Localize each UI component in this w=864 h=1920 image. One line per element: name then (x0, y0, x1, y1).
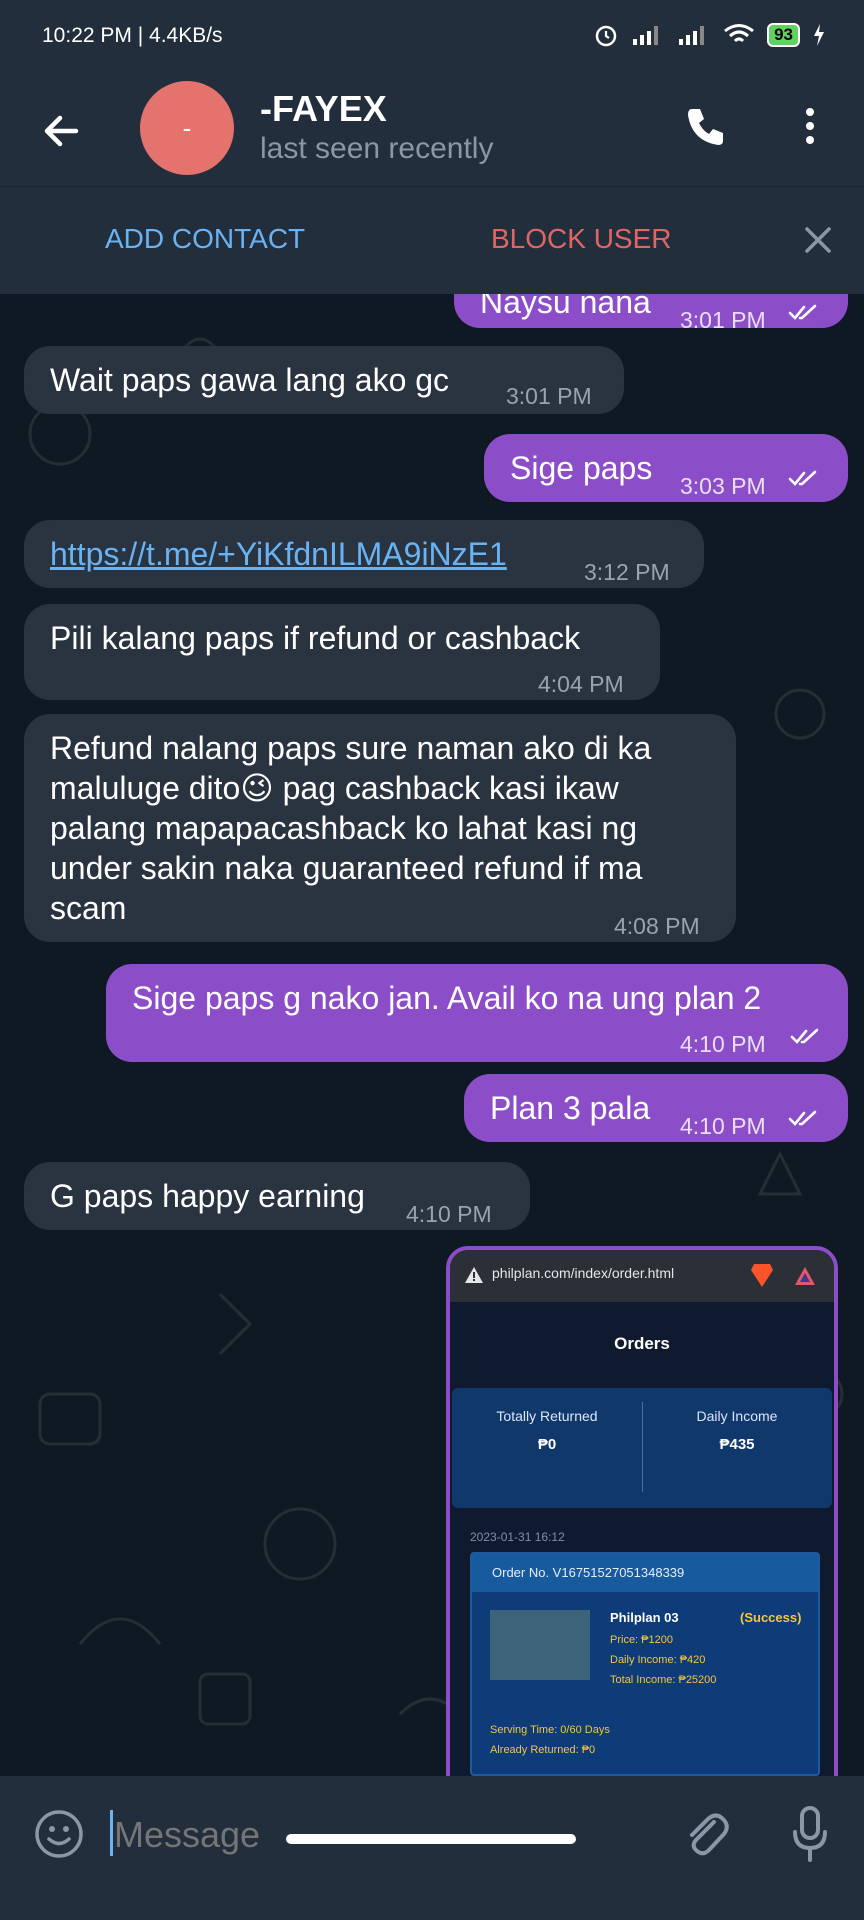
order-card: Order No. V16751527051348339 Philplan 03… (470, 1552, 820, 1776)
read-check-icon (790, 1028, 819, 1044)
text-cursor (110, 1810, 113, 1856)
message-time: 3:01 PM (680, 307, 766, 333)
message-text: Plan 3 pala (490, 1090, 651, 1126)
warning-icon (465, 1267, 483, 1283)
chat-area[interactable]: Naysu nana 3:01 PM Wait paps gawa lang a… (0, 294, 864, 1776)
image-message[interactable]: philplan.com/index/order.html Orders Tot… (446, 1246, 838, 1776)
product-image (490, 1610, 590, 1680)
message-time: 4:10 PM (680, 1113, 766, 1139)
browser-url-bar: philplan.com/index/order.html (450, 1250, 834, 1302)
brave-lion-icon (751, 1264, 773, 1287)
contact-name[interactable]: -FAYEX (260, 88, 387, 130)
order-number: Order No. V16751527051348339 (492, 1565, 685, 1580)
contact-action-bar: ADD CONTACT BLOCK USER (0, 186, 864, 295)
emoji-icon[interactable] (33, 1808, 85, 1860)
daily-income-label: Daily Income (696, 1408, 778, 1424)
browser-url: philplan.com/index/order.html (492, 1265, 675, 1281)
totally-returned-label: Totally Returned (496, 1408, 598, 1424)
battery-icon: 93 (767, 23, 800, 47)
product-name: Philplan 03 (610, 1610, 679, 1625)
block-user-button[interactable]: BLOCK USER (491, 223, 672, 255)
message-time: 4:10 PM (680, 1031, 766, 1057)
charging-icon (814, 24, 824, 46)
product-total-income: Total Income: ₱25200 (610, 1674, 717, 1686)
message-time: 4:08 PM (614, 913, 700, 939)
signal-icon (633, 26, 659, 45)
message-text-line: under sakin naka guaranteed refund if ma (50, 850, 643, 886)
message-time: 3:01 PM (506, 383, 592, 409)
message-bubble-outgoing[interactable]: Naysu nana 3:01 PM (454, 294, 848, 333)
message-composer (0, 1776, 864, 1920)
signal-icon-2 (679, 26, 705, 45)
orders-title: Orders (614, 1334, 670, 1353)
message-time: 3:12 PM (584, 559, 670, 585)
message-text: Naysu nana (480, 294, 651, 320)
message-bubble-incoming[interactable]: G paps happy earning 4:10 PM (24, 1162, 530, 1230)
read-check-icon (788, 470, 817, 486)
message-bubble-incoming[interactable]: Refund nalang paps sure naman ako di ka … (24, 714, 736, 942)
message-text: Sige paps (510, 450, 653, 486)
contact-status: last seen recently (260, 132, 494, 165)
message-text: Wait paps gawa lang ako gc (50, 362, 450, 398)
microphone-icon[interactable] (790, 1804, 830, 1864)
message-text-line: scam (50, 890, 127, 926)
message-text-line: maluluge dito😉 pag cashback kasi ikaw (50, 770, 619, 806)
message-text: G paps happy earning (50, 1178, 365, 1214)
wifi-icon (724, 24, 755, 43)
serving-time: Serving Time: 0/60 Days (490, 1724, 610, 1736)
read-check-icon (788, 304, 817, 320)
message-text-line: palang mapapacashback ko lahat kasi ng (50, 810, 638, 846)
more-options-icon[interactable] (795, 101, 825, 151)
alarm-icon (595, 25, 617, 47)
status-time: 10:22 PM | 4.4KB/s (42, 24, 223, 47)
message-text: Sige paps g nako jan. Avail ko na ung pl… (132, 980, 762, 1016)
order-number-bar: Order No. V16751527051348339 (472, 1554, 818, 1592)
avatar-initial: - (182, 112, 192, 143)
message-link[interactable]: https://t.me/+YiKfdnILMA9iNzE1 (50, 536, 507, 572)
orders-stats-card: Totally Returned ₱0 Daily Income ₱435 (452, 1388, 832, 1508)
totally-returned-value: ₱0 (537, 1436, 557, 1453)
gesture-home-bar[interactable] (286, 1834, 576, 1844)
triangle-logo-icon (795, 1267, 815, 1285)
product-daily-income: Daily Income: ₱420 (610, 1654, 706, 1666)
message-time: 4:04 PM (538, 671, 624, 697)
message-bubble-outgoing[interactable]: Plan 3 pala 4:10 PM (464, 1074, 848, 1142)
product-price: Price: ₱1200 (610, 1634, 673, 1646)
status-bar: 10:22 PM | 4.4KB/s 93 (0, 0, 864, 80)
message-time: 4:10 PM (406, 1201, 492, 1227)
daily-income-value: ₱435 (719, 1436, 755, 1453)
attachment-icon[interactable] (680, 1806, 730, 1862)
order-status: (Success) (740, 1610, 802, 1625)
chat-header: - -FAYEX last seen recently (0, 80, 864, 186)
back-arrow-icon[interactable] (36, 106, 86, 156)
message-bubble-incoming[interactable]: Wait paps gawa lang ako gc 3:01 PM (24, 346, 624, 414)
message-bubble-incoming[interactable]: Pili kalang paps if refund or cashback 4… (24, 604, 660, 700)
add-contact-button[interactable]: ADD CONTACT (105, 223, 305, 255)
order-date: 2023-01-31 16:12 (470, 1530, 565, 1544)
message-text: Pili kalang paps if refund or cashback (50, 620, 581, 656)
status-icons: 93 (593, 22, 826, 48)
battery-level: 93 (774, 25, 793, 44)
message-text-line: Refund nalang paps sure naman ako di ka (50, 730, 652, 766)
close-icon[interactable] (803, 225, 833, 255)
phone-call-icon[interactable] (680, 101, 730, 151)
read-check-icon (788, 1110, 817, 1126)
message-bubble-outgoing[interactable]: Sige paps g nako jan. Avail ko na ung pl… (106, 964, 848, 1062)
already-returned: Already Returned: ₱0 (490, 1744, 596, 1756)
message-bubble-incoming[interactable]: https://t.me/+YiKfdnILMA9iNzE1 3:12 PM (24, 520, 704, 588)
avatar[interactable]: - (140, 81, 234, 175)
message-bubble-outgoing[interactable]: Sige paps 3:03 PM (484, 434, 848, 502)
message-time: 3:03 PM (680, 473, 766, 499)
